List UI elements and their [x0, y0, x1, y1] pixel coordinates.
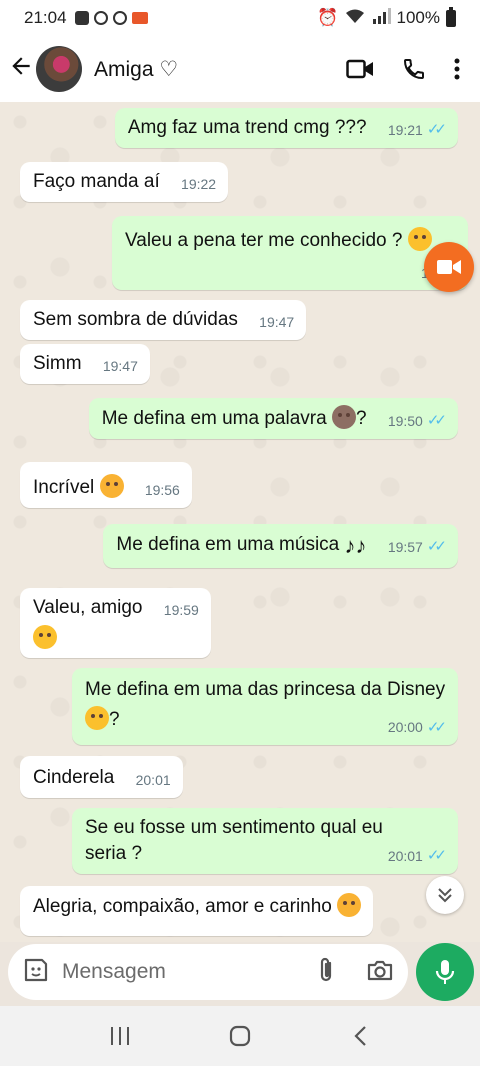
- scroll-to-bottom-button[interactable]: [426, 876, 464, 914]
- message-text: Cinderela: [33, 767, 115, 788]
- system-nav-bar: [0, 1006, 480, 1066]
- message-outgoing[interactable]: Valeu a pena ter me conhecido ? 19:26: [112, 216, 468, 290]
- message-text: Valeu a pena ter me conhecido ?: [125, 230, 403, 251]
- sticker-icon[interactable]: [22, 956, 50, 989]
- message-time: 19:59: [163, 602, 199, 618]
- recent-apps-icon[interactable]: [100, 1026, 140, 1046]
- message-text: Amg faz uma trend cmg ???: [127, 117, 367, 138]
- camera-icon[interactable]: [366, 958, 394, 987]
- status-time: 21:04: [24, 8, 67, 27]
- message-time: 19:50: [387, 413, 423, 429]
- message-time: 19:47: [102, 358, 138, 374]
- attach-icon[interactable]: [316, 956, 336, 989]
- message-time: 19:56: [144, 482, 180, 498]
- message-outgoing[interactable]: Se eu fosse um sentimento qual eu seria …: [72, 808, 458, 874]
- message-text: Valeu, amigo: [33, 597, 143, 618]
- notification-app-icon: [93, 11, 108, 25]
- pleading-face-icon: [407, 227, 432, 251]
- message-incoming[interactable]: Incrível 19:56: [20, 462, 192, 508]
- message-incoming[interactable]: Sem sombra de dúvidas 19:47: [20, 300, 307, 340]
- message-suffix: ?: [355, 408, 367, 429]
- message-time: 20:01: [135, 772, 171, 788]
- alarm-icon: ⏰: [317, 8, 339, 27]
- message-time: 19:21: [387, 122, 423, 138]
- signal-icon: [371, 7, 391, 29]
- message-text: Me defina em uma palavra: [101, 408, 327, 429]
- see-no-evil-monkey-icon: [331, 405, 356, 429]
- message-composer: [8, 944, 408, 1000]
- hugging-face-icon: [85, 706, 109, 731]
- chat-header: Amiga ♡: [0, 36, 480, 102]
- message-text: Faço manda aí: [33, 171, 160, 192]
- message-suffix: ?: [109, 709, 120, 731]
- message-time: 19:22: [181, 176, 217, 192]
- message-outgoing[interactable]: Amg faz uma trend cmg ??? 19:21 ✓✓: [114, 108, 458, 148]
- mic-icon: [435, 960, 455, 984]
- message-time: 20:01: [387, 847, 423, 864]
- message-outgoing[interactable]: Me defina em uma palavra ? 19:50 ✓✓: [88, 398, 458, 439]
- message-text: Simm: [33, 353, 82, 374]
- battery-icon: [446, 6, 456, 27]
- message-text: Incrível: [33, 477, 95, 498]
- battery-percent: 100%: [396, 8, 440, 27]
- read-ticks-icon: ✓✓: [426, 412, 447, 430]
- message-incoming[interactable]: Cinderela 20:01: [20, 756, 183, 798]
- voice-call-icon[interactable]: [402, 57, 426, 81]
- contact-name[interactable]: Amiga ♡: [94, 57, 178, 82]
- chat-area[interactable]: Amg faz uma trend cmg ??? 19:21 ✓✓ Faço m…: [0, 102, 480, 942]
- message-incoming[interactable]: Alegria, compaixão, amor e carinho: [20, 886, 374, 936]
- message-time: 19:57: [387, 539, 423, 555]
- voice-record-button[interactable]: [416, 943, 474, 1001]
- read-ticks-icon: ✓✓: [426, 718, 447, 736]
- pleading-face-icon: [33, 624, 57, 649]
- message-incoming[interactable]: Simm 19:47: [20, 344, 150, 384]
- read-ticks-icon: ✓✓: [426, 847, 447, 865]
- message-time: 19:47: [259, 314, 295, 330]
- home-icon[interactable]: [220, 1025, 260, 1047]
- message-text: Alegria, compaixão, amor e carinho: [33, 896, 332, 917]
- video-call-icon[interactable]: [346, 58, 374, 80]
- message-text: Me defina em uma das princesa da Disney: [85, 679, 446, 700]
- message-time: 20:00: [387, 719, 423, 736]
- smiling-face-with-hearts-icon: [99, 474, 124, 498]
- more-options-icon[interactable]: [454, 58, 460, 80]
- message-incoming[interactable]: Faço manda aí 19:22: [20, 162, 229, 202]
- message-outgoing[interactable]: Me defina em uma música ♪♪ 19:57 ✓✓: [103, 524, 458, 568]
- smiling-face-with-hearts-icon: [337, 893, 362, 917]
- screen-record-icon: [131, 12, 148, 24]
- notification-app-icon: [74, 11, 89, 25]
- floating-video-button[interactable]: [424, 242, 474, 292]
- back-arrow-icon[interactable]: [0, 53, 40, 86]
- message-text: Me defina em uma música: [116, 534, 340, 555]
- back-nav-icon[interactable]: [340, 1025, 380, 1047]
- avatar[interactable]: [36, 46, 82, 92]
- notification-app-icon: [112, 11, 127, 25]
- message-input[interactable]: [62, 960, 282, 984]
- wifi-icon: [345, 8, 365, 29]
- message-outgoing[interactable]: Me defina em uma das princesa da Disney …: [72, 668, 458, 746]
- notification-icons: [74, 11, 148, 25]
- musical-notes-icon: ♪♪: [344, 533, 367, 558]
- status-bar: 21:04 ⏰ 100%: [0, 0, 480, 36]
- message-text: Sem sombra de dúvidas: [33, 309, 238, 330]
- read-ticks-icon: ✓✓: [426, 538, 447, 556]
- read-ticks-icon: ✓✓: [426, 121, 447, 139]
- message-incoming[interactable]: Valeu, amigo 19:59: [20, 588, 211, 659]
